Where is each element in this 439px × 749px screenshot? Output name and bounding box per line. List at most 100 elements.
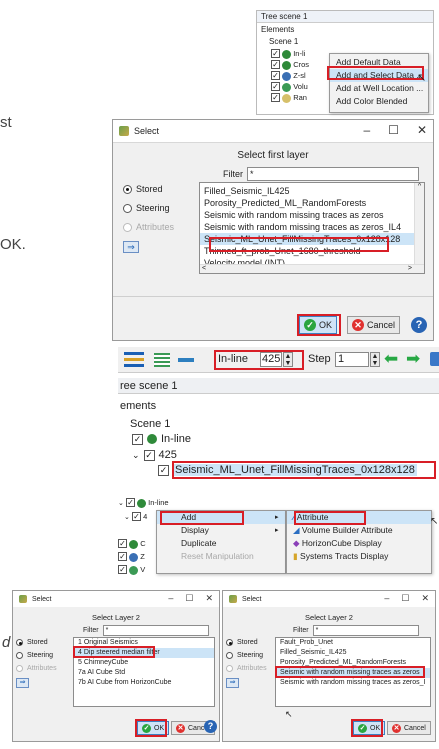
list-item[interactable]: 5 ChimneyCube [74, 658, 214, 668]
list-scrollbar[interactable]: ^ [414, 183, 424, 273]
list-item[interactable]: Filled_Seismic_IL425 [200, 185, 424, 197]
list-item[interactable]: Seismic with random missing traces as ze… [276, 678, 430, 688]
list-item[interactable]: Thinned_ft_prob_Unet_1680_threshold [200, 245, 424, 257]
data-listbox[interactable]: 1 Original Seismics 4 Dip steered median… [73, 637, 215, 707]
radio-attributes[interactable]: Attributes [16, 665, 57, 672]
menu-item-add-at-well[interactable]: Add at Well Location ... [330, 82, 428, 95]
minimize-icon[interactable]: – [384, 593, 389, 604]
help-icon[interactable]: ? [411, 317, 427, 333]
tree-item[interactable]: ⌄ ✓ In-line [118, 496, 169, 510]
checkbox-icon[interactable]: ✓ [271, 71, 280, 80]
maximize-icon[interactable]: ☐ [185, 593, 193, 604]
submenu-item-volume-builder[interactable]: ◢ Volume Builder Attribute [287, 524, 431, 537]
checkbox-icon[interactable]: ✓ [132, 433, 143, 445]
chevron-down-icon[interactable]: ⌄ [132, 450, 140, 461]
list-item-selected[interactable]: 4 Dip steered median filter [74, 648, 214, 658]
submenu-item-attribute[interactable]: ⁄ Attribute [287, 511, 431, 524]
cancel-button[interactable]: ✕ Cancel [347, 316, 401, 334]
radio-attributes[interactable]: Attributes [123, 222, 174, 232]
toolbar-zslice-icon[interactable] [178, 358, 194, 362]
close-icon[interactable]: ✕ [205, 593, 213, 604]
filter-input[interactable]: * [312, 625, 419, 636]
tree-item-zslice[interactable]: ✓ Z-sl [271, 70, 309, 81]
close-icon[interactable]: ✕ [417, 123, 427, 137]
menu-item-add-default[interactable]: Add Default Data [330, 56, 428, 69]
arrow-right-icon[interactable]: ➡ [406, 350, 420, 368]
transfer-arrow-icon[interactable]: ⇒ [226, 678, 239, 688]
arrow-left-icon[interactable]: ⬅ [384, 350, 398, 368]
close-icon[interactable]: ✕ [421, 593, 429, 604]
checkbox-icon[interactable]: ✓ [271, 82, 280, 91]
transfer-arrow-icon[interactable]: ⇒ [123, 241, 139, 253]
list-item[interactable]: Seismic with random missing traces as ze… [200, 209, 424, 221]
radio-stored[interactable]: Stored [123, 184, 174, 194]
scene-label: Scene 1 [130, 418, 171, 430]
tree-item-random[interactable]: ✓ Ran [271, 92, 309, 103]
data-listbox[interactable]: Fault_Prob_Unet Filled_Seismic_IL425 Por… [275, 637, 431, 707]
list-hscrollbar[interactable]: < > [200, 264, 424, 273]
tree-item-inline[interactable]: ✓ In-li [271, 48, 309, 59]
ok-check-icon: ✓ [142, 723, 151, 733]
filter-input[interactable]: * [247, 167, 419, 181]
menu-item-add[interactable]: Add [157, 511, 285, 524]
tree-item-label: 4 [143, 512, 148, 521]
list-item[interactable]: Porosity_Predicted_ML_RandomForests [200, 197, 424, 209]
tree-item-crossline[interactable]: ✓ Cros [271, 59, 309, 70]
ok-button[interactable]: ✓ OK [299, 316, 338, 334]
checkbox-icon[interactable]: ✓ [271, 93, 280, 102]
checkbox-icon[interactable]: ✓ [143, 449, 155, 461]
radio-attributes[interactable]: Attributes [226, 665, 267, 672]
menu-item-duplicate[interactable]: Duplicate [157, 537, 285, 550]
maximize-icon[interactable]: ☐ [401, 593, 409, 604]
filter-label: Filter [223, 169, 243, 179]
checkbox-icon[interactable]: ✓ [158, 464, 169, 476]
toolbar-edge-icon[interactable] [430, 352, 439, 366]
list-item[interactable]: Fault_Prob_Unet [276, 638, 430, 648]
checkbox-icon[interactable]: ✓ [271, 60, 280, 69]
radio-stored[interactable]: Stored [16, 639, 57, 646]
help-icon[interactable]: ? [204, 720, 217, 733]
inline-spinner[interactable]: ▲ ▼ [283, 352, 293, 367]
data-listbox[interactable]: Filled_Seismic_IL425 Porosity_Predicted_… [199, 182, 425, 274]
scroll-right-icon[interactable]: > [408, 265, 412, 272]
minimize-icon[interactable]: – [363, 123, 370, 137]
tree-scene-panel: Tree scene 1 Elements Scene 1 ✓ In-li ✓ … [256, 10, 434, 115]
menu-item-display[interactable]: Display [157, 524, 285, 537]
list-item[interactable]: 7b AI Cube from HorizonCube [74, 678, 214, 688]
menu-item-reset[interactable]: Reset Manipulation [157, 550, 285, 563]
ok-button[interactable]: ✓ OK [137, 721, 170, 735]
menu-item-add-and-select[interactable]: Add and Select Data ... [330, 69, 428, 82]
step-input[interactable]: 1 [335, 352, 369, 367]
minimize-icon[interactable]: – [168, 593, 173, 604]
tree-item-inline[interactable]: ✓ In-line [132, 433, 191, 445]
list-item[interactable]: Porosity_Predicted_ML_RandomForests [276, 658, 430, 668]
maximize-icon[interactable]: ☐ [388, 123, 399, 137]
list-item[interactable]: Filled_Seismic_IL425 [276, 648, 430, 658]
ok-button[interactable]: ✓ OK [353, 721, 386, 735]
submenu-item-systems-tracts[interactable]: ▮ Systems Tracts Display [287, 550, 431, 563]
scroll-left-icon[interactable]: < [202, 265, 206, 272]
tree-item-425[interactable]: ⌄ ✓ 425 [132, 449, 177, 461]
submenu-item-horizoncube[interactable]: ◆ HorizonCube Display [287, 537, 431, 550]
list-item[interactable]: 1 Original Seismics [74, 638, 214, 648]
step-spinner[interactable]: ▲ ▼ [370, 352, 380, 367]
tree-child-label[interactable]: Seismic_ML_Unet_FillMissingTraces_0x128x… [173, 464, 417, 476]
radio-steering[interactable]: Steering [226, 652, 267, 659]
radio-steering[interactable]: Steering [123, 203, 174, 213]
list-item-selected[interactable]: Seismic_ML_Unet_FillMissingTraces_0x128x… [200, 233, 424, 245]
inline-number-input[interactable]: 425 [260, 352, 282, 367]
toolbar-lines-icon[interactable] [124, 352, 144, 355]
tree-item-child[interactable]: ✓ Seismic_ML_Unet_FillMissingTraces_0x12… [158, 464, 417, 476]
tree-item-volume[interactable]: ✓ Volu [271, 81, 309, 92]
checkbox-icon[interactable]: ✓ [271, 49, 280, 58]
list-item[interactable]: Seismic with random missing traces as ze… [200, 221, 424, 233]
list-item[interactable]: 7a AI Cube Std [74, 668, 214, 678]
list-item-selected[interactable]: Seismic with random missing traces as ze… [276, 668, 430, 678]
radio-stored[interactable]: Stored [226, 639, 267, 646]
radio-steering[interactable]: Steering [16, 652, 57, 659]
menu-item-add-color-blended[interactable]: Add Color Blended [330, 95, 428, 108]
filter-input[interactable]: * [102, 625, 209, 636]
toolbar-crossline-icon[interactable] [154, 353, 170, 367]
transfer-arrow-icon[interactable]: ⇒ [16, 678, 29, 688]
cancel-button[interactable]: ✕ Cancel [387, 721, 431, 735]
